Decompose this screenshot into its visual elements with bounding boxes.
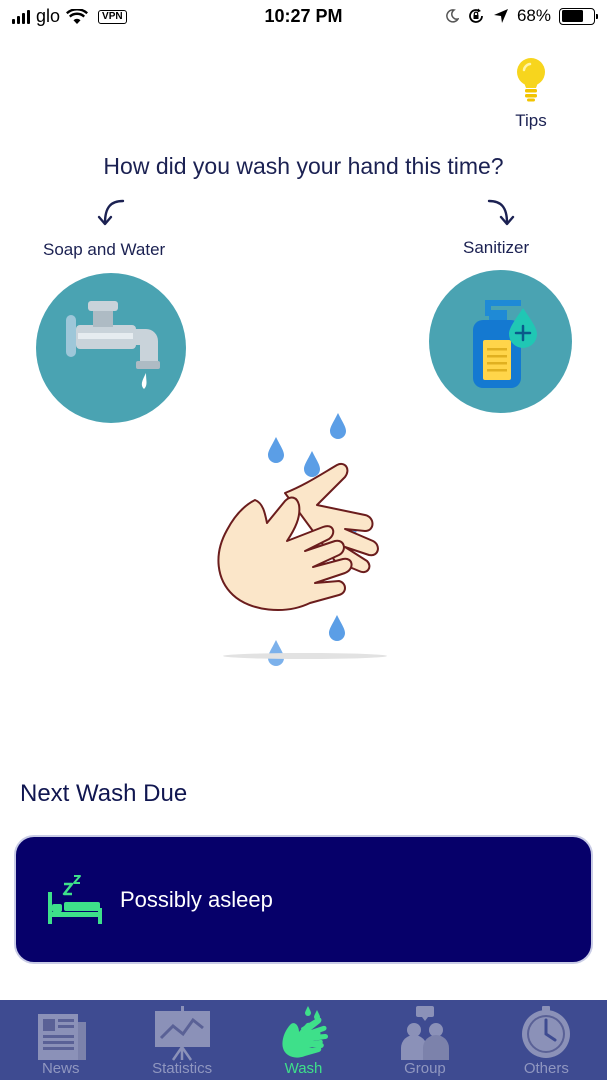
sanitizer-button[interactable] [429,270,572,413]
next-wash-status: Possibly asleep [120,886,273,912]
tab-label: Others [523,1060,569,1077]
tab-label: News [41,1060,80,1077]
rotation-lock-icon [469,8,483,23]
tab-bar: News Statistics Wash Group Others [0,1000,607,1080]
next-wash-title: Next Wash Due [20,780,188,807]
carrier-name: glo [36,6,61,26]
status-left: glo VPN [12,6,127,27]
next-wash-card[interactable]: Possibly asleep [14,835,593,964]
washing-hands-illustration [217,413,387,666]
battery-icon [559,7,598,25]
sleeping-bed-icon [48,874,102,924]
curved-arrow-down-right-icon [487,199,515,226]
chart-board-icon [155,1006,211,1061]
battery-percent: 68% [516,6,551,25]
clock-icon [522,1006,571,1058]
washing-hands-icon [281,1006,328,1058]
curved-arrow-down-left-icon [97,199,125,226]
tab-label: Wash [284,1060,323,1077]
tab-news[interactable]: News [0,1000,121,1080]
newspaper-icon [37,1014,86,1060]
tab-label: Group [404,1060,446,1077]
tab-statistics[interactable]: Statistics [121,1000,242,1080]
soap-water-button[interactable] [36,273,186,423]
lightbulb-icon [517,58,545,102]
group-icon [400,1006,449,1060]
wash-question: How did you wash your hand this time? [103,153,504,179]
status-right: 68% [445,6,598,26]
status-bar: glo VPN 10:27 PM 68% [0,0,607,34]
sanitizer-bottle-icon [473,300,537,388]
sanitizer-label: Sanitizer [463,238,530,257]
tips-label: Tips [515,111,547,130]
soap-water-label: Soap and Water [43,240,166,259]
faucet-icon [66,301,160,389]
signal-strength-icon [12,9,30,24]
tab-group[interactable]: Group [364,1000,485,1080]
tab-others[interactable]: Others [486,1000,607,1080]
tips-button[interactable]: Tips [506,56,556,131]
vpn-badge: VPN [98,9,127,24]
location-arrow-icon [493,9,508,23]
tab-wash[interactable]: Wash [243,1000,364,1080]
moon-icon [446,9,459,23]
wifi-icon [66,8,89,24]
tab-label: Statistics [152,1060,213,1077]
